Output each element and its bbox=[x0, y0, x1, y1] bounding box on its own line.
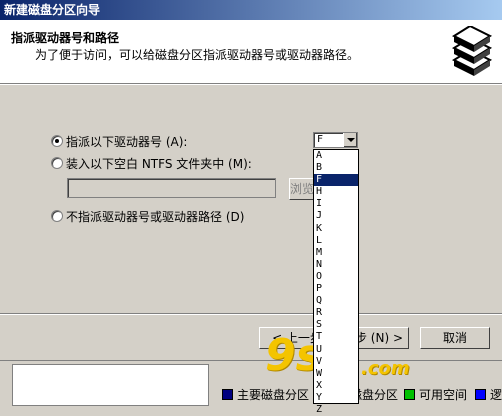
watermark-domain: .com bbox=[361, 358, 410, 379]
header-separator bbox=[0, 84, 502, 85]
window-title: 新建磁盘分区向导 bbox=[4, 3, 101, 17]
drive-letter-option[interactable]: T bbox=[314, 331, 358, 343]
radio-no-assign[interactable] bbox=[51, 210, 63, 222]
drive-letter-option[interactable]: X bbox=[314, 380, 358, 392]
drive-letter-value: F bbox=[317, 134, 324, 145]
drive-letter-option[interactable]: P bbox=[314, 283, 358, 295]
drive-letter-option[interactable]: W bbox=[314, 368, 358, 380]
drive-letter-option[interactable]: S bbox=[314, 319, 358, 331]
legend-logical-label: 逻 bbox=[490, 388, 502, 402]
drive-letter-option[interactable]: O bbox=[314, 271, 358, 283]
drive-letter-option[interactable]: A bbox=[314, 150, 358, 162]
page-title: 指派驱动器号和路径 bbox=[11, 31, 120, 45]
drive-letter-option[interactable]: F bbox=[314, 174, 358, 187]
footer-separator-highlight bbox=[0, 314, 502, 315]
drive-letter-option[interactable]: H bbox=[314, 186, 358, 198]
page-subtitle: 为了便于访问，可以给磁盘分区指派驱动器号或驱动器路径。 bbox=[35, 48, 360, 62]
drive-letter-option[interactable]: L bbox=[314, 235, 358, 247]
drive-letter-option[interactable]: Q bbox=[314, 295, 358, 307]
legend-logical: 逻 bbox=[475, 386, 502, 403]
browse-button[interactable]: 浏览 bbox=[289, 178, 315, 200]
drive-letter-option[interactable]: V bbox=[314, 356, 358, 368]
browse-button-label: 浏览 bbox=[290, 182, 315, 196]
disk-stack-icon bbox=[446, 26, 494, 78]
chevron-down-icon[interactable] bbox=[343, 133, 357, 147]
drive-letter-option[interactable]: B bbox=[314, 162, 358, 174]
cancel-button[interactable]: 取消 bbox=[420, 327, 490, 349]
drive-letter-option[interactable]: Y bbox=[314, 392, 358, 404]
assign-letter-label[interactable]: 指派以下驱动器号 (A): bbox=[66, 133, 187, 150]
no-assign-label[interactable]: 不指派驱动器号或驱动器路径 (D) bbox=[66, 208, 244, 225]
cancel-button-label: 取消 bbox=[442, 331, 467, 345]
drive-letter-option[interactable]: U bbox=[314, 344, 358, 356]
radio-assign-letter[interactable] bbox=[51, 135, 63, 147]
drive-letter-option[interactable]: N bbox=[314, 259, 358, 271]
legend-free-label: 可用空间 bbox=[419, 388, 468, 402]
background-volume-pane bbox=[12, 364, 209, 406]
mount-folder-label[interactable]: 装入以下空白 NTFS 文件夹中 (M): bbox=[66, 155, 252, 172]
title-bar[interactable]: 新建磁盘分区向导 bbox=[0, 0, 502, 20]
drive-letter-option[interactable]: R bbox=[314, 307, 358, 319]
drive-letter-dropdown-list[interactable]: ABFHIJKLMNOPQRSTUVWXYZ bbox=[313, 149, 359, 415]
wizard-header: 指派驱动器号和路径 为了便于访问，可以给磁盘分区指派驱动器号或驱动器路径。 bbox=[0, 20, 502, 84]
drive-letter-option[interactable]: J bbox=[314, 210, 358, 222]
folder-path-input[interactable] bbox=[67, 178, 276, 198]
drive-letter-option[interactable]: K bbox=[314, 223, 358, 235]
drive-letter-option[interactable]: Z bbox=[314, 404, 358, 416]
primary-swatch-icon bbox=[222, 389, 233, 400]
radio-mount-folder[interactable] bbox=[51, 157, 63, 169]
logical-swatch-icon bbox=[475, 389, 486, 400]
drive-letter-combo[interactable]: F bbox=[313, 132, 358, 148]
drive-letter-option[interactable]: I bbox=[314, 198, 358, 210]
drive-letter-option[interactable]: M bbox=[314, 247, 358, 259]
